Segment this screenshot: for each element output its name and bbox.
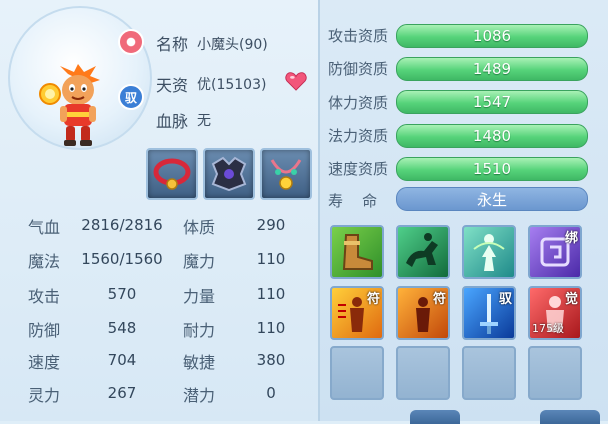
stat-label-speed: 速度 <box>28 353 61 372</box>
talent-label: 天资 <box>156 76 189 95</box>
skill-tag-awaken: 觉 <box>564 292 578 307</box>
boot-icon <box>342 234 373 270</box>
attr-label-constitution: 体质 <box>183 218 216 237</box>
pet-sprite-image <box>39 64 100 146</box>
aptitude-value-defense: 1489 <box>472 60 512 78</box>
attr-label-strength: 力量 <box>183 287 216 306</box>
aptitude-label-defense: 防御资质 <box>328 60 389 78</box>
aptitude-label-mana: 法力资质 <box>328 127 389 145</box>
name-label: 名称 <box>156 35 189 54</box>
aptitude-value-mana: 1480 <box>472 127 512 145</box>
red-collar-equip[interactable] <box>146 148 198 200</box>
empty-skill-slot[interactable] <box>462 346 516 400</box>
aptitude-label-stamina: 体力资质 <box>328 94 389 112</box>
attr-value-magic: 110 <box>256 250 286 268</box>
bloodline-label: 血脉 <box>156 112 189 131</box>
aptitude-value-speed: 1510 <box>472 160 512 178</box>
talisman-skill-2[interactable]: 符 <box>396 286 450 340</box>
horse-rider-skill[interactable] <box>396 225 450 279</box>
talent-value: 优(15103) <box>197 77 267 93</box>
gem-necklace-icon <box>270 159 302 190</box>
lifespan-value: 永生 <box>476 190 507 209</box>
bottom-tab-1[interactable] <box>410 410 460 424</box>
dark-armor-icon <box>211 156 247 192</box>
attr-value-agility: 380 <box>256 351 286 369</box>
heart-icon[interactable] <box>285 71 307 91</box>
lifespan-label: 寿 命 <box>328 192 378 210</box>
stat-value-mp: 1560/1560 <box>81 250 163 268</box>
dark-armor-equip[interactable] <box>203 148 255 200</box>
aptitude-bar-stamina: 1547 <box>396 90 588 114</box>
empty-skill-slot[interactable] <box>396 346 450 400</box>
bottom-tab-2[interactable] <box>540 410 600 424</box>
aptitude-label-speed: 速度资质 <box>328 160 389 178</box>
boot-skill[interactable] <box>330 225 384 279</box>
attr-label-agility: 敏捷 <box>183 353 216 372</box>
aptitude-label-attack: 攻击资质 <box>328 27 389 45</box>
aptitude-value-attack: 1086 <box>472 27 512 45</box>
attr-label-endurance: 耐力 <box>183 321 216 340</box>
skill-tag-talisman-2: 符 <box>432 292 446 307</box>
stat-label-mp: 魔法 <box>28 252 61 271</box>
horse-rider-icon <box>406 233 438 267</box>
bind-badge-icon[interactable]: 驭 <box>118 84 144 110</box>
lifespan-bar: 永生 <box>396 187 588 211</box>
aptitude-bar-speed: 1510 <box>396 157 588 181</box>
sword-skill[interactable]: 驭 <box>462 286 516 340</box>
aptitude-bar-defense: 1489 <box>396 57 588 81</box>
attr-value-endurance: 110 <box>256 319 286 337</box>
stat-label-hp: 气血 <box>28 218 61 237</box>
stat-value-defense: 548 <box>107 319 137 337</box>
spirit-skill[interactable] <box>462 225 516 279</box>
stat-label-spirit: 灵力 <box>28 386 61 405</box>
stat-value-attack: 570 <box>107 285 137 303</box>
aptitude-bar-mana: 1480 <box>396 124 588 148</box>
attr-label-potential: 潜力 <box>183 386 216 405</box>
attr-value-constitution: 290 <box>256 216 286 234</box>
attr-value-strength: 110 <box>256 285 286 303</box>
stat-label-defense: 防御 <box>28 321 61 340</box>
attr-label-magic: 魔力 <box>183 252 216 271</box>
name-value: 小魔头(90) <box>197 37 268 53</box>
skill-tag-talisman-1: 符 <box>366 292 380 307</box>
skill-level-awaken: 175级 <box>532 322 564 335</box>
spirit-icon <box>473 234 505 271</box>
bloodline-value: 无 <box>197 113 211 129</box>
aptitude-value-stamina: 1547 <box>472 93 512 111</box>
stat-label-attack: 攻击 <box>28 287 61 306</box>
attr-value-potential: 0 <box>266 384 276 402</box>
stat-value-hp: 2816/2816 <box>81 216 163 234</box>
empty-skill-slot[interactable] <box>330 346 384 400</box>
stat-value-speed: 704 <box>107 351 137 369</box>
stat-value-spirit: 267 <box>107 384 137 402</box>
aptitude-bar-attack: 1086 <box>396 24 588 48</box>
swirl-icon[interactable] <box>118 29 144 55</box>
gem-necklace-equip[interactable] <box>260 148 312 200</box>
awaken-skill[interactable]: 觉 175级 <box>528 286 582 340</box>
bind-rune-skill[interactable]: 绑 <box>528 225 582 279</box>
skill-tag-bind: 绑 <box>564 231 578 246</box>
red-collar-icon <box>153 158 191 190</box>
skill-tag-sword: 驭 <box>498 292 512 307</box>
empty-skill-slot[interactable] <box>528 346 582 400</box>
talisman-skill-1[interactable]: 符 <box>330 286 384 340</box>
